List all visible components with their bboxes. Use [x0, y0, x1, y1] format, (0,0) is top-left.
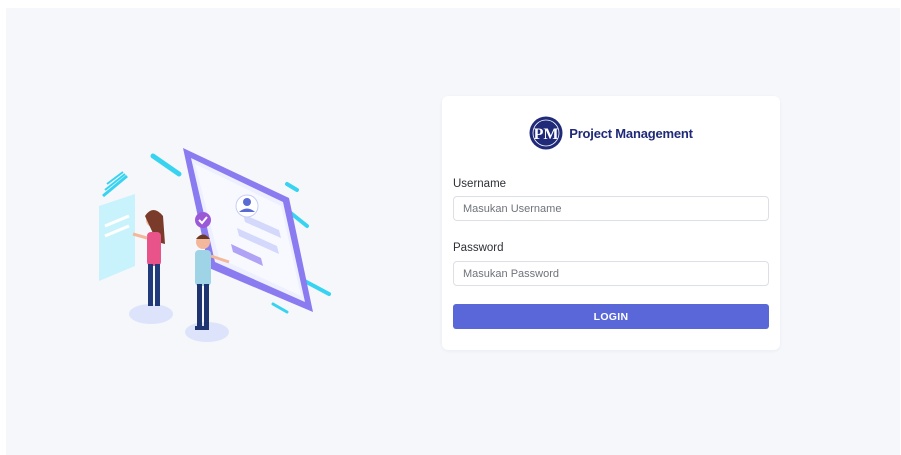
login-button[interactable]: LOGIN	[453, 304, 769, 329]
login-illustration	[91, 136, 341, 351]
floor-shadow-left	[129, 304, 173, 324]
password-input[interactable]	[453, 261, 769, 286]
username-input[interactable]	[453, 196, 769, 221]
password-label: Password	[453, 242, 504, 254]
brand-name: Project Management	[569, 125, 693, 141]
svg-text:PM: PM	[534, 126, 559, 143]
login-card: PM Project Management Username Password …	[442, 96, 780, 350]
user-avatar-icon	[235, 194, 259, 218]
brand-header: PM Project Management	[442, 116, 780, 150]
checkmark-icon	[195, 212, 211, 228]
pm-logo-icon: PM	[529, 116, 563, 150]
username-label: Username	[453, 178, 507, 190]
